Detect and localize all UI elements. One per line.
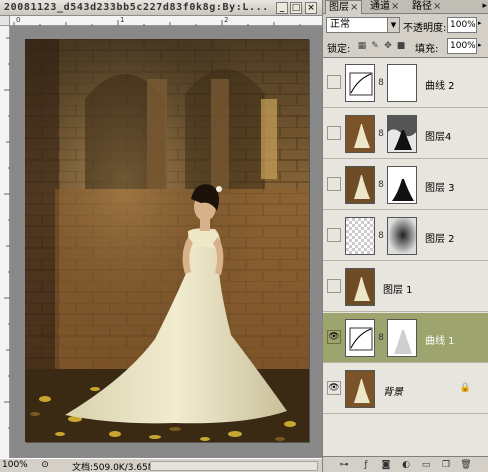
canvas-area[interactable] (11, 27, 322, 458)
ruler-ticks (13, 20, 301, 26)
document-titlebar[interactable]: 20081123_d543d233bb5c227d83f0k8g:By:L...… (0, 0, 322, 16)
lock-label: 锁定: (327, 44, 351, 55)
opacity-field[interactable]: 100% (447, 17, 477, 33)
new-layer-icon[interactable]: ❐ (439, 459, 453, 471)
tab-close-icon[interactable]: × (433, 1, 441, 12)
vertical-ruler[interactable] (0, 26, 10, 458)
panel-menu-icon[interactable]: ▸ (482, 0, 487, 13)
bride-photo[interactable] (25, 39, 309, 442)
layer-thumbnail (345, 370, 375, 408)
layer-list: 8 曲线 2 8 图层4 8 图层 3 8 图层 2 图层 1 👁 8 曲线 1… (323, 57, 488, 456)
layer-background[interactable]: 👁 背景 🔒 (323, 364, 488, 414)
opacity-arrow-icon[interactable]: ▸ (478, 19, 482, 27)
lock-row: 锁定: ▦ ✎ ✥ ■ 填充: 100% ▸ (323, 37, 488, 55)
layer-mask-thumbnail[interactable] (387, 64, 417, 102)
link-icon[interactable]: 8 (377, 78, 385, 88)
fill-label: 填充: (415, 44, 439, 55)
dropdown-arrow-icon: ▼ (387, 18, 399, 32)
fill-arrow-icon[interactable]: ▸ (478, 41, 482, 49)
add-mask-icon[interactable]: ◙ (379, 459, 393, 471)
layer-mask-thumbnail[interactable] (387, 319, 417, 357)
layer-2[interactable]: 8 图层 2 (323, 211, 488, 261)
visibility-toggle[interactable] (327, 228, 341, 242)
document-title: 20081123_d543d233bb5c227d83f0k8g:By:L... (4, 2, 269, 13)
tab-close-icon[interactable]: × (391, 1, 399, 12)
blend-mode-value: 正常 (330, 19, 350, 30)
layers-panel: 图层× 通道× 路径× ▸ 正常 ▼ 不透明度: 100% ▸ 锁定: ▦ ✎ … (322, 0, 488, 472)
layer-thumbnail (345, 217, 375, 255)
document-window: 20081123_d543d233bb5c227d83f0k8g:By:L...… (0, 0, 322, 472)
tab-label: 通道 (370, 1, 390, 12)
link-icon[interactable]: 8 (377, 231, 385, 241)
tab-label: 路径 (412, 1, 432, 12)
layer-curves-1[interactable]: 👁 8 曲线 1 (323, 313, 488, 363)
lock-icon: 🔒 (459, 383, 471, 393)
lock-paint-icon[interactable]: ✎ (370, 41, 380, 51)
link-icon[interactable]: 8 (377, 129, 385, 139)
layer-name: 曲线 2 (425, 81, 455, 92)
tab-channels[interactable]: 通道× (367, 0, 402, 14)
curves-adjustment-icon (345, 319, 375, 357)
visibility-toggle[interactable] (327, 126, 341, 140)
layer-style-icon[interactable]: ƒ (359, 459, 373, 471)
link-layers-icon[interactable]: ⊶ (337, 459, 351, 471)
minimize-button[interactable]: _ (276, 2, 288, 14)
layer-name: 图层4 (425, 132, 452, 143)
layer-name: 图层 3 (425, 183, 455, 194)
curves-adjustment-icon (345, 64, 375, 102)
layer-3[interactable]: 8 图层 3 (323, 160, 488, 210)
photo-image (25, 39, 309, 442)
layer-mask-thumbnail[interactable] (387, 217, 417, 255)
eye-icon[interactable]: 👁 (327, 381, 341, 395)
tab-label: 图层 (329, 2, 349, 13)
ruler-corner (0, 16, 10, 26)
layer-thumbnail (345, 268, 375, 306)
layer-name: 曲线 1 (425, 336, 455, 347)
eye-icon[interactable]: 👁 (327, 330, 341, 344)
ruler-ticks (4, 37, 10, 429)
horizontal-scrollbar[interactable] (150, 461, 318, 471)
ruler-label: 0 (16, 16, 21, 24)
blend-row: 正常 ▼ 不透明度: 100% ▸ (323, 15, 488, 35)
fill-field[interactable]: 100% (447, 38, 477, 54)
layer-curves-2[interactable]: 8 曲线 2 (323, 58, 488, 108)
layer-1[interactable]: 图层 1 (323, 262, 488, 312)
tab-paths[interactable]: 路径× (409, 0, 444, 14)
layer-4[interactable]: 8 图层4 (323, 109, 488, 159)
zoom-level[interactable]: 100% (2, 460, 28, 470)
status-nav-icon[interactable]: ⊙ (38, 460, 52, 472)
layer-name: 图层 2 (425, 234, 455, 245)
tab-layers[interactable]: 图层× (325, 0, 363, 14)
layer-thumbnail (345, 166, 375, 204)
lock-transparency-icon[interactable]: ▦ (357, 41, 367, 51)
horizontal-ruler[interactable]: 0 1 2 (10, 16, 322, 26)
opacity-label: 不透明度: (403, 23, 447, 34)
visibility-toggle[interactable] (327, 75, 341, 89)
layer-name: 图层 1 (383, 285, 413, 296)
ruler-label: 2 (224, 16, 229, 24)
layer-mask-thumbnail[interactable] (387, 115, 417, 153)
lock-move-icon[interactable]: ✥ (383, 41, 393, 51)
link-icon[interactable]: 8 (377, 333, 385, 343)
blend-mode-select[interactable]: 正常 ▼ (326, 17, 400, 33)
tab-close-icon[interactable]: × (350, 2, 358, 13)
link-icon[interactable]: 8 (377, 180, 385, 190)
delete-layer-icon[interactable]: 🗑 (459, 459, 473, 471)
status-bar: 100% ⊙ 文档:509.0K/3.65M (0, 458, 322, 472)
panel-footer: ⊶ ƒ ◙ ◐ ▭ ❐ 🗑 (323, 456, 488, 472)
adjustment-layer-icon[interactable]: ◐ (399, 459, 413, 471)
new-group-icon[interactable]: ▭ (419, 459, 433, 471)
document-info[interactable]: 文档:509.0K/3.65M (72, 460, 156, 472)
visibility-toggle[interactable] (327, 177, 341, 191)
layer-name: 背景 (383, 387, 403, 398)
panel-tabs: 图层× 通道× 路径× ▸ (323, 0, 488, 14)
layer-thumbnail (345, 115, 375, 153)
lock-all-icon[interactable]: ■ (396, 41, 406, 51)
close-button[interactable]: × (305, 2, 317, 14)
visibility-toggle[interactable] (327, 279, 341, 293)
layer-mask-thumbnail[interactable] (387, 166, 417, 204)
maximize-button[interactable]: □ (290, 2, 302, 14)
ruler-label: 1 (120, 16, 125, 24)
